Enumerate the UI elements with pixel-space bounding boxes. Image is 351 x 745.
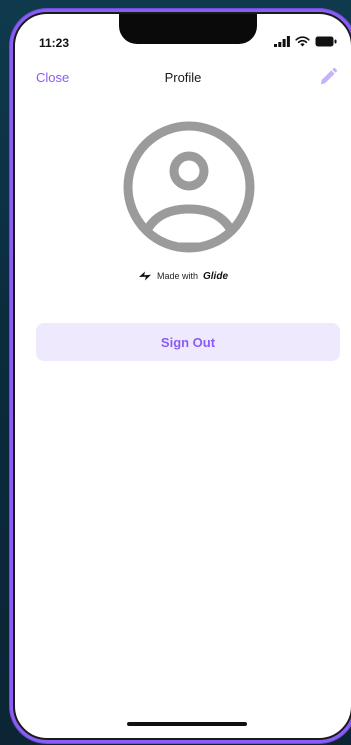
home-indicator	[127, 722, 247, 726]
status-time: 11:23	[39, 36, 70, 50]
made-with-label: Made with	[156, 271, 198, 281]
notch	[119, 14, 257, 44]
glide-brand: Glide	[203, 270, 229, 282]
wifi-icon	[295, 35, 310, 46]
phone-frame: 11:23 Close Profile Made with Glide Sign…	[13, 12, 351, 740]
battery-icon	[315, 36, 337, 46]
sign-out-button[interactable]: Sign Out	[36, 323, 340, 361]
glide-bolt-icon	[138, 271, 151, 281]
page-title: Profile	[164, 70, 202, 85]
signal-icon	[274, 35, 290, 47]
user-circle-icon	[123, 121, 255, 253]
header: Close Profile	[15, 67, 351, 94]
status-icons	[274, 34, 337, 48]
made-with-glide[interactable]: Made with Glide	[15, 270, 351, 282]
pencil-icon[interactable]	[317, 66, 339, 88]
